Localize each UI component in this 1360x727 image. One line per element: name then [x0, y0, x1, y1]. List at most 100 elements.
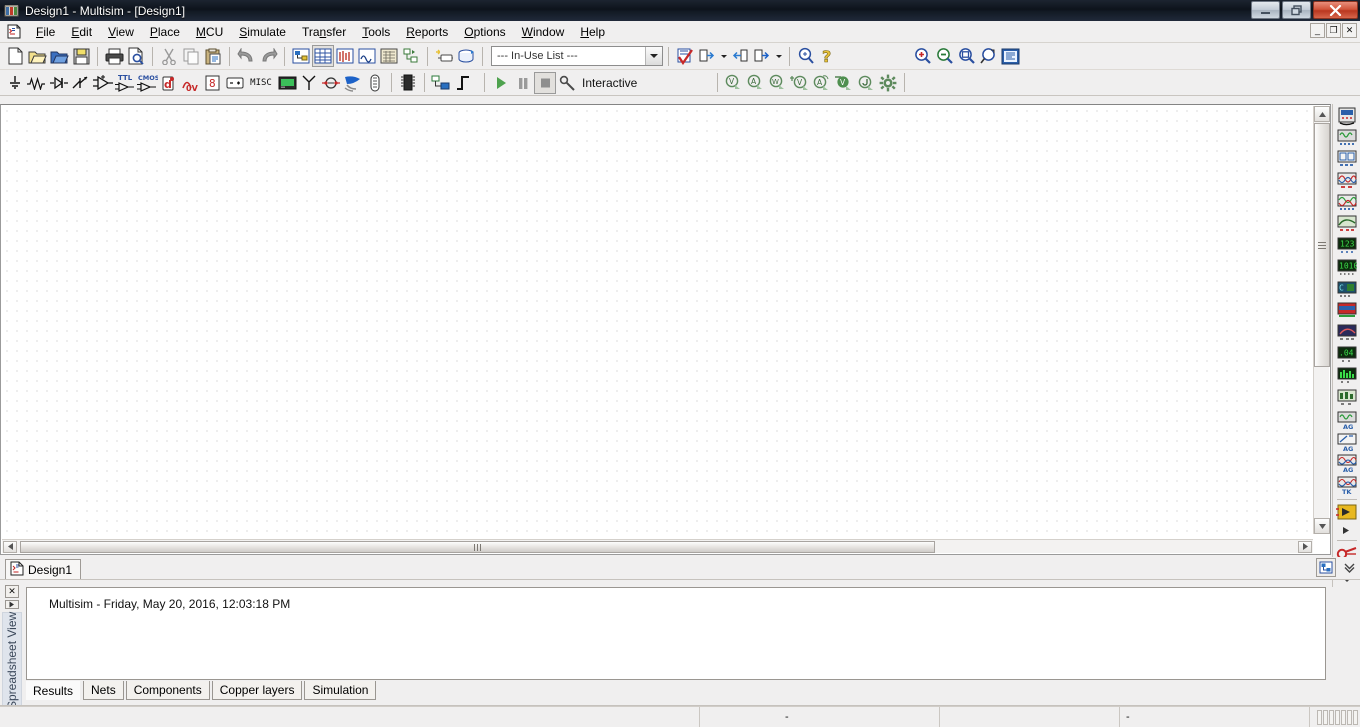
zoom-fit-icon[interactable]: [977, 45, 999, 67]
cmos-icon[interactable]: CMOS: [136, 72, 158, 94]
misc-digital-icon[interactable]: d: [158, 72, 180, 94]
restore-button[interactable]: [1282, 1, 1311, 19]
rf-icon[interactable]: [298, 72, 320, 94]
menu-options[interactable]: Options: [456, 22, 513, 42]
mdi-restore-button[interactable]: ❐: [1326, 23, 1341, 38]
hierarchy-icon[interactable]: [400, 45, 422, 67]
interactive-settings-icon[interactable]: [556, 72, 578, 94]
new-component-icon[interactable]: [433, 45, 455, 67]
indicator-icon[interactable]: 8: [202, 72, 224, 94]
oscilloscope-icon[interactable]: [1336, 171, 1358, 192]
ni-components-icon[interactable]: [342, 72, 364, 94]
print-icon[interactable]: [103, 45, 125, 67]
logic-analyzer-icon[interactable]: [1336, 301, 1358, 322]
agilent-oscilloscope-icon[interactable]: AG: [1336, 454, 1358, 475]
misc-label-icon[interactable]: MISC: [246, 72, 276, 94]
spreadsheet-tab-nets[interactable]: Nets: [83, 681, 124, 700]
word-generator-icon[interactable]: 1010: [1336, 258, 1358, 279]
forward-annotate-dropdown-icon[interactable]: [773, 45, 784, 67]
forward-annotate-icon[interactable]: [751, 45, 773, 67]
diode-icon[interactable]: [48, 72, 70, 94]
dc-sweep-icon[interactable]: V: [789, 72, 811, 94]
mixed-icon[interactable]: 0V: [180, 72, 202, 94]
minimize-button[interactable]: [1251, 1, 1280, 19]
bus-icon[interactable]: [452, 72, 474, 94]
open-samples-icon[interactable]: [48, 45, 70, 67]
connectors-icon[interactable]: [364, 72, 386, 94]
postprocessor-icon[interactable]: [378, 45, 400, 67]
transistor-icon[interactable]: [70, 72, 92, 94]
resize-grip-icon[interactable]: [1317, 710, 1358, 725]
wattmeter-icon[interactable]: [1336, 149, 1358, 170]
single-freq-ac-icon[interactable]: V: [833, 72, 855, 94]
menu-view[interactable]: View: [100, 22, 142, 42]
agilent-function-generator-icon[interactable]: AG: [1336, 410, 1358, 431]
save-icon[interactable]: [70, 45, 92, 67]
canvas-horizontal-scrollbar[interactable]: [2, 539, 1313, 553]
menu-mcu[interactable]: MCU: [188, 22, 231, 42]
erc-icon[interactable]: [674, 45, 696, 67]
menu-help[interactable]: Help: [572, 22, 613, 42]
menu-place[interactable]: Place: [142, 22, 188, 42]
analog-icon[interactable]: [92, 72, 114, 94]
spreadsheet-tab-copper-layers[interactable]: Copper layers: [211, 681, 303, 700]
simulation-settings-gear-icon[interactable]: [877, 72, 899, 94]
menu-transfer[interactable]: Transfer: [294, 22, 354, 42]
current-probe-icon[interactable]: [1336, 524, 1358, 538]
dc-operating-point-icon[interactable]: V: [723, 72, 745, 94]
pause-simulation-button[interactable]: [512, 72, 534, 94]
database-manager-icon[interactable]: [455, 45, 477, 67]
function-generator-icon[interactable]: [1336, 128, 1358, 149]
zoom-out-icon[interactable]: [933, 45, 955, 67]
power-icon[interactable]: [224, 72, 246, 94]
bode-plotter-icon[interactable]: [1336, 215, 1358, 236]
ac-sweep-icon[interactable]: A: [811, 72, 833, 94]
scroll-left-button[interactable]: [3, 540, 17, 553]
menu-window[interactable]: Window: [514, 22, 573, 42]
export-layout-icon[interactable]: [696, 45, 718, 67]
menu-file[interactable]: File: [28, 22, 63, 42]
cut-icon[interactable]: [158, 45, 180, 67]
in-use-list-combo[interactable]: --- In-Use List ---: [491, 46, 663, 66]
back-annotate-icon[interactable]: [729, 45, 751, 67]
design-toolbox-icon[interactable]: [290, 45, 312, 67]
scroll-tabs-down-icon[interactable]: [1340, 559, 1358, 577]
zoom-sheet-icon[interactable]: [999, 45, 1021, 67]
mdi-minimize-button[interactable]: _: [1310, 23, 1325, 38]
spectrum-analyzer-icon[interactable]: [1336, 367, 1358, 388]
spreadsheet-close-button[interactable]: ✕: [5, 585, 19, 598]
iv-analyzer-icon[interactable]: [1336, 323, 1358, 344]
horizontal-scroll-thumb[interactable]: [20, 541, 935, 553]
help-icon[interactable]: ?: [817, 45, 839, 67]
probe-settings-icon[interactable]: [855, 72, 877, 94]
tektronix-oscilloscope-icon[interactable]: TK: [1336, 475, 1358, 496]
agilent-multimeter-icon[interactable]: AG: [1336, 432, 1358, 453]
spreadsheet-pin-button[interactable]: [5, 600, 19, 609]
frequency-counter-icon[interactable]: 123: [1336, 236, 1358, 257]
find-icon[interactable]: [795, 45, 817, 67]
menu-edit[interactable]: Edit: [63, 22, 100, 42]
design-tab-design1[interactable]: Design1: [5, 559, 82, 579]
multimeter-icon[interactable]: [1336, 106, 1358, 127]
scroll-down-button[interactable]: [1314, 518, 1330, 534]
advanced-peripherals-icon[interactable]: [276, 72, 298, 94]
canvas-vertical-scrollbar[interactable]: [1313, 106, 1330, 534]
labview-instruments-icon[interactable]: [1335, 502, 1358, 523]
zoom-in-icon[interactable]: [911, 45, 933, 67]
chevron-down-icon[interactable]: [645, 47, 662, 65]
redo-icon[interactable]: [257, 45, 279, 67]
export-layout-dropdown-icon[interactable]: [718, 45, 729, 67]
undo-icon[interactable]: [235, 45, 257, 67]
distortion-analyzer-icon[interactable]: .04: [1336, 345, 1358, 366]
menu-reports[interactable]: Reports: [398, 22, 456, 42]
schematic-canvas[interactable]: [2, 106, 1313, 534]
ac-analysis-icon[interactable]: A: [745, 72, 767, 94]
run-simulation-button[interactable]: [490, 72, 512, 94]
spreadsheet-tab-simulation[interactable]: Simulation: [304, 681, 377, 700]
electromechanical-icon[interactable]: [320, 72, 342, 94]
spreadsheet-view-icon[interactable]: [312, 45, 334, 67]
open-file-icon[interactable]: [26, 45, 48, 67]
menu-simulate[interactable]: Simulate: [231, 22, 294, 42]
menu-tools[interactable]: Tools: [354, 22, 398, 42]
spice-netlist-icon[interactable]: [334, 45, 356, 67]
